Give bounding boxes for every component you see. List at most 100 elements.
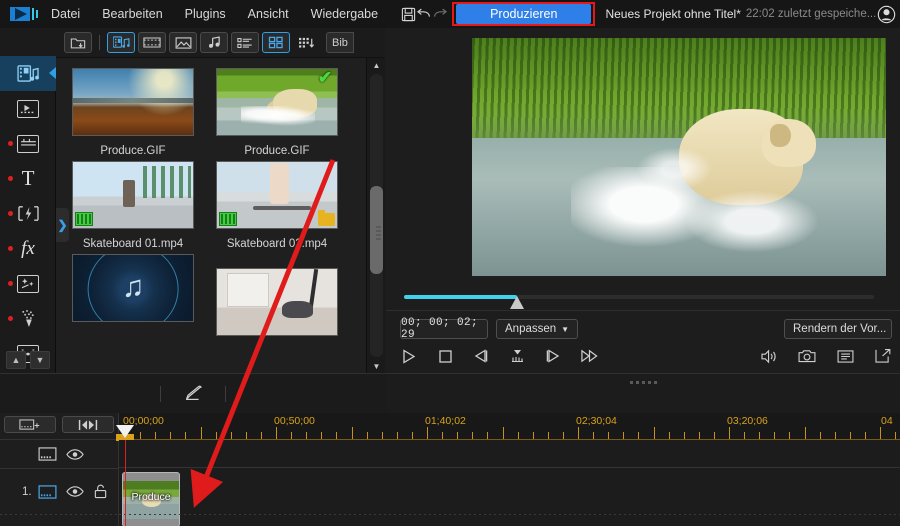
new-badge-dot (8, 281, 13, 286)
marker-icon[interactable] (506, 346, 528, 366)
save-icon[interactable] (401, 1, 416, 27)
fx-icon: fx (21, 237, 35, 259)
filter-video[interactable] (138, 32, 166, 53)
add-track-button[interactable] (4, 416, 56, 433)
scrub-playhead[interactable] (509, 296, 524, 309)
timeline-ruler[interactable]: 00;00;00 00;50;00 01;40;02 02;30;04 03;2… (116, 413, 900, 441)
timecode-display[interactable]: 00; 00; 02; 29 (400, 317, 488, 341)
media-thumbnail[interactable] (72, 68, 194, 136)
chevron-right-icon[interactable]: ❯ (56, 208, 69, 242)
media-row (72, 254, 366, 336)
video-preview[interactable] (472, 38, 886, 276)
step-forward-icon[interactable] (542, 346, 564, 366)
ruler-tick (562, 432, 564, 439)
media-item[interactable] (216, 254, 338, 336)
media-thumbnail[interactable]: ✔ (216, 68, 338, 136)
redo-arrow-icon[interactable] (432, 1, 448, 27)
sidebar-item-transitions[interactable] (0, 196, 56, 231)
ruler-tick (834, 432, 836, 439)
chevron-up-icon[interactable]: ▲ (6, 351, 26, 369)
speaker-icon[interactable] (758, 346, 780, 366)
step-back-icon[interactable] (470, 346, 492, 366)
ruler-tick (532, 432, 534, 439)
media-library-panel: Bib Produce.GIF ✔ Produce.GIF Skateboard… (56, 28, 385, 373)
media-thumbnail[interactable] (72, 254, 194, 322)
chevron-down-icon[interactable]: ▼ (30, 351, 50, 369)
sidebar-item-effects[interactable]: fx (0, 231, 56, 266)
import-folder-icon[interactable] (64, 32, 92, 53)
media-thumbnail[interactable] (216, 161, 338, 229)
track-header-1[interactable]: 1. (0, 469, 119, 514)
filter-image[interactable] (169, 32, 197, 53)
ruler-tick (155, 432, 157, 439)
sidebar-item-video-clips[interactable] (0, 91, 56, 126)
new-badge-dot (8, 141, 13, 146)
media-item[interactable] (72, 254, 194, 336)
media-item[interactable]: Skateboard 02.mp4 (216, 161, 338, 250)
camera-icon[interactable] (796, 346, 818, 366)
menubar-right-icons (876, 4, 900, 24)
sidebar-item-media-library[interactable] (0, 56, 56, 91)
menu-wiedergabe[interactable]: Wiedergabe (300, 0, 389, 28)
media-item[interactable]: ✔ Produce.GIF (216, 68, 338, 157)
video-editor-logo-icon (10, 3, 40, 25)
filter-audio[interactable] (200, 32, 228, 53)
eye-icon[interactable] (65, 485, 84, 498)
panel-splitter[interactable] (386, 373, 900, 391)
media-item[interactable]: Skateboard 01.mp4 (72, 161, 194, 250)
triangle-up-icon[interactable]: ▲ (367, 58, 386, 72)
scrub-bar[interactable] (386, 286, 900, 309)
preview-panel: 00; 00; 02; 29 Anpassen ▼ Rendern der Vo… (386, 28, 900, 373)
library-tab[interactable]: Bib (326, 32, 354, 53)
external-link-icon[interactable] (872, 346, 894, 366)
render-preview-button[interactable]: Rendern der Vor... (784, 319, 892, 339)
media-item[interactable]: Produce.GIF (72, 68, 194, 157)
media-thumbnail[interactable] (216, 268, 338, 336)
pen-tool-icon[interactable] (173, 381, 213, 407)
scrub-track[interactable] (404, 295, 874, 309)
fit-dropdown[interactable]: Anpassen ▼ (496, 319, 579, 339)
scrollbar-track[interactable] (370, 74, 383, 357)
stop-icon[interactable] (434, 346, 456, 366)
triangle-down-icon[interactable]: ▼ (367, 359, 386, 373)
master-track-header[interactable] (0, 440, 119, 468)
list-icon[interactable] (834, 346, 856, 366)
play-icon[interactable] (398, 346, 420, 366)
ruler-tick (366, 432, 368, 439)
playhead-marker-icon[interactable] (116, 425, 134, 438)
view-grid[interactable] (262, 32, 290, 53)
menu-bar: Datei Bearbeiten Plugins Ansicht Wiederg… (0, 0, 900, 28)
master-lane[interactable] (119, 440, 900, 468)
media-scrollbar[interactable]: ▲ ▼ (366, 58, 385, 373)
sidebar-item-particles[interactable] (0, 301, 56, 336)
preview-right-icons (758, 346, 894, 366)
sort-grid-icon[interactable] (293, 32, 319, 53)
sidebar-item-overlays[interactable] (0, 266, 56, 301)
undo-arrow-icon[interactable] (416, 1, 432, 27)
panel-resize-grip[interactable] (376, 226, 381, 242)
fast-forward-icon[interactable] (578, 346, 600, 366)
menu-bearbeiten[interactable]: Bearbeiten (91, 0, 173, 28)
video-track-icon[interactable] (38, 484, 57, 499)
ripple-edit-button[interactable] (62, 416, 114, 433)
produce-button[interactable]: Produzieren (456, 4, 592, 24)
ruler-tick (396, 432, 398, 439)
account-circle-icon[interactable] (876, 4, 896, 24)
timeline-track-headers: 1. (0, 413, 119, 526)
media-item-label: Skateboard 01.mp4 (82, 238, 184, 250)
sidebar-item-titles[interactable]: T (0, 161, 56, 196)
eye-icon[interactable] (66, 448, 84, 461)
menu-plugins[interactable]: Plugins (174, 0, 237, 28)
view-list[interactable] (231, 32, 259, 53)
track-lane-1[interactable]: Produce (119, 469, 900, 526)
sidebar-item-backgrounds[interactable] (0, 126, 56, 161)
ruler-tick (185, 432, 187, 439)
menu-ansicht[interactable]: Ansicht (237, 0, 300, 28)
ruler-tick (774, 432, 776, 439)
video-editor-window: Datei Bearbeiten Plugins Ansicht Wiederg… (0, 0, 900, 526)
media-thumbnail[interactable] (72, 161, 194, 229)
filter-all-media[interactable] (107, 32, 135, 53)
timeline-clip[interactable]: Produce (122, 472, 180, 526)
unlock-icon[interactable] (93, 484, 108, 499)
menu-datei[interactable]: Datei (40, 0, 91, 28)
